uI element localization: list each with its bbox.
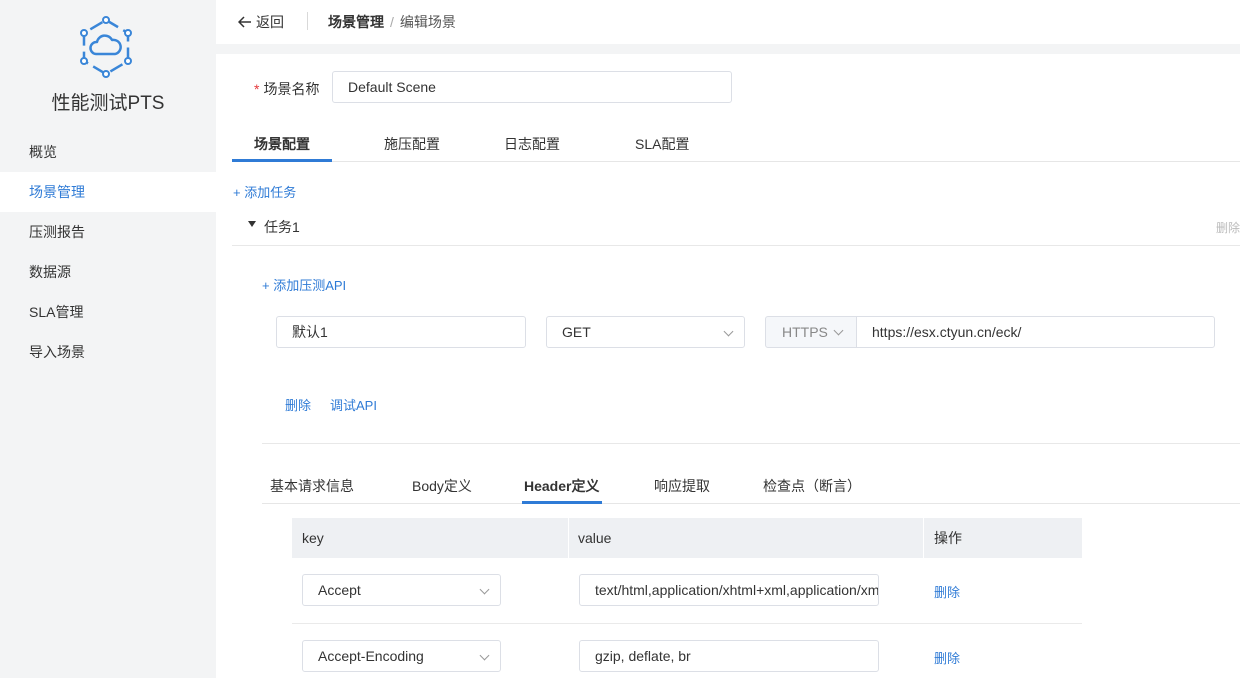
column-key: key — [302, 530, 324, 546]
header-key-value: Accept — [318, 582, 361, 598]
header-table-head: key value 操作 — [292, 518, 1082, 558]
tab-basic-request[interactable]: 基本请求信息 — [270, 476, 354, 496]
header-key-value: Accept-Encoding — [318, 648, 424, 664]
scene-name-label-text: 场景名称 — [263, 81, 320, 97]
task-header[interactable]: 任务1 删除 — [232, 212, 1240, 246]
header-key-select[interactable]: Accept-Encoding — [302, 640, 501, 672]
top-header: 返回 场景管理 / 编辑场景 — [216, 0, 1240, 44]
delete-header-button[interactable]: 删除 — [934, 582, 960, 601]
add-api-button[interactable]: + 添加压测API — [262, 275, 346, 294]
arrow-left-icon — [238, 16, 251, 28]
tab-log-config[interactable]: 日志配置 — [504, 134, 560, 154]
header-value-input[interactable]: text/html,application/xhtml+xml,applicat… — [579, 574, 879, 606]
tab-header-definition[interactable]: Header定义 — [524, 476, 599, 496]
sidebar-item-import-scene[interactable]: 导入场景 — [0, 332, 216, 372]
main-panel: * 场景名称 Default Scene 场景配置 施压配置 日志配置 SLA配置… — [216, 54, 1240, 678]
sidebar-item-scene-management[interactable]: 场景管理 — [0, 172, 216, 212]
tab-sla-config[interactable]: SLA配置 — [635, 134, 689, 154]
api-url-input[interactable]: https://esx.ctyun.cn/eck/ — [856, 316, 1215, 348]
back-button[interactable]: 返回 — [238, 12, 284, 32]
brand-title: 性能测试PTS — [51, 93, 165, 114]
chevron-down-icon — [723, 326, 734, 337]
tab-checkpoint[interactable]: 检查点（断言） — [763, 476, 861, 496]
sidebar-item-overview[interactable]: 概览 — [0, 132, 216, 172]
header-key-select[interactable]: Accept — [302, 574, 501, 606]
active-tab-indicator — [522, 501, 602, 504]
breadcrumb-edit-scene: 编辑场景 — [399, 14, 456, 30]
required-mark: * — [254, 81, 260, 97]
delete-task-button[interactable]: 删除 — [1216, 219, 1240, 236]
sidebar: 性能测试PTS 概览 场景管理 压测报告 数据源 SLA管理 导入场景 — [0, 0, 216, 678]
api-detail-tabs: 基本请求信息 Body定义 Header定义 响应提取 检查点（断言） — [262, 474, 1240, 504]
http-method-value: GET — [562, 324, 591, 340]
tab-response-extraction[interactable]: 响应提取 — [654, 476, 710, 496]
header-divider — [307, 12, 308, 30]
sidebar-nav: 概览 场景管理 压测报告 数据源 SLA管理 导入场景 — [0, 132, 216, 372]
breadcrumb-separator: / — [390, 14, 394, 30]
back-label: 返回 — [256, 14, 284, 30]
scene-name-input[interactable]: Default Scene — [332, 71, 732, 103]
task-title: 任务1 — [264, 219, 300, 235]
tab-load-config[interactable]: 施压配置 — [384, 134, 440, 154]
debug-api-button[interactable]: 调试API — [330, 395, 377, 414]
scene-name-label: * 场景名称 — [254, 79, 319, 99]
caret-down-icon[interactable] — [248, 221, 256, 227]
breadcrumb-scene-management[interactable]: 场景管理 — [328, 14, 384, 30]
add-task-button[interactable]: + 添加任务 — [233, 182, 296, 201]
chevron-down-icon — [479, 650, 490, 661]
sidebar-item-data-source[interactable]: 数据源 — [0, 252, 216, 292]
chevron-down-icon — [479, 584, 490, 595]
divider — [262, 443, 1240, 444]
chevron-down-icon — [833, 325, 844, 336]
tab-body-definition[interactable]: Body定义 — [412, 476, 472, 496]
api-name-input[interactable]: 默认1 — [276, 316, 526, 348]
delete-api-button[interactable]: 删除 — [285, 395, 311, 414]
tab-scene-config[interactable]: 场景配置 — [254, 134, 310, 154]
http-method-select[interactable]: GET — [546, 316, 745, 348]
breadcrumb: 场景管理 / 编辑场景 — [328, 12, 456, 32]
protocol-value: HTTPS — [782, 324, 828, 340]
row-divider — [292, 623, 1082, 624]
active-tab-indicator — [232, 159, 332, 162]
protocol-select[interactable]: HTTPS — [765, 316, 857, 348]
header-value-input[interactable]: gzip, deflate, br — [579, 640, 879, 672]
column-action: 操作 — [934, 530, 962, 546]
column-value: value — [578, 530, 612, 546]
config-tabs: 场景配置 施压配置 日志配置 SLA配置 — [232, 132, 1240, 162]
cloud-logo-icon — [80, 16, 132, 78]
delete-header-button[interactable]: 删除 — [934, 648, 960, 667]
sidebar-item-test-reports[interactable]: 压测报告 — [0, 212, 216, 252]
sidebar-item-sla-management[interactable]: SLA管理 — [0, 292, 216, 332]
